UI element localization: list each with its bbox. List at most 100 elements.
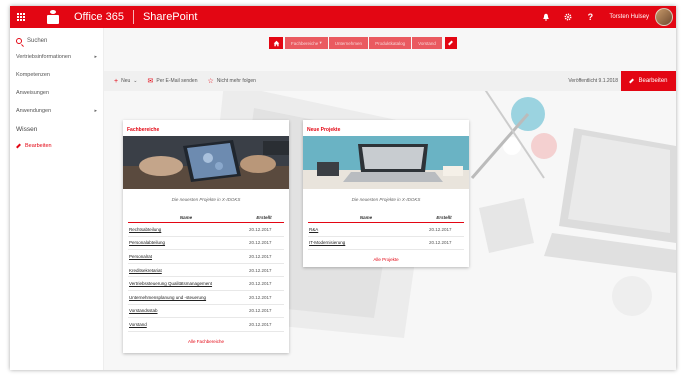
- published-date: Veröffentlicht 9.1.2018: [568, 78, 618, 84]
- nav-item-wissen[interactable]: Wissen: [10, 120, 103, 138]
- app-launcher-button[interactable]: [10, 6, 32, 28]
- edit-page-button[interactable]: Bearbeiten: [621, 71, 676, 91]
- fachbereiche-table: Name Erstellt Rechtsabteilung 20.12.2017 …: [128, 215, 284, 332]
- row-link[interactable]: Vertriebssteuerung Qualitätsmanagement: [128, 281, 244, 286]
- help-button[interactable]: ?: [579, 6, 601, 28]
- card-image: [123, 136, 289, 189]
- row-link[interactable]: Vorstandsstab: [128, 308, 244, 313]
- topnav-item-vorstand[interactable]: Vorstand: [412, 37, 442, 49]
- app-name[interactable]: SharePoint: [143, 11, 197, 23]
- suite-separator: [132, 10, 134, 24]
- pencil-icon: [16, 143, 21, 149]
- row-date: 20.12.2017: [249, 226, 272, 232]
- chevron-right-icon[interactable]: ▸: [94, 108, 97, 114]
- laptop-photo-image: [303, 136, 469, 189]
- gear-icon: [564, 13, 572, 21]
- pencil-icon: [629, 78, 635, 84]
- email-button[interactable]: ✉ Per E-Mail senden: [147, 77, 197, 85]
- bell-icon: [543, 13, 550, 21]
- edit-page-label: Bearbeiten: [638, 78, 668, 84]
- row-date: 20.12.2017: [429, 226, 452, 232]
- topnav-item-fachbereiche[interactable]: Fachbereiche ▾: [285, 37, 328, 49]
- neue-projekte-table: Name Erstellt R&A 20.12.2017 IT-Modernisi…: [308, 215, 464, 251]
- table-row: Unternehmensplanung und -steuerung 20.12.…: [128, 291, 284, 305]
- nav-edit-label: Bearbeiten: [25, 143, 52, 149]
- row-date: 20.12.2017: [249, 321, 272, 327]
- column-header-name[interactable]: Name: [128, 215, 244, 220]
- column-header-name[interactable]: Name: [308, 215, 424, 220]
- mail-icon: ✉: [147, 78, 154, 85]
- row-link[interactable]: Vorstand: [128, 322, 244, 327]
- nav-edit-link[interactable]: Bearbeiten: [10, 138, 103, 154]
- row-link[interactable]: R&A: [308, 227, 424, 232]
- nav-item-label: Vertriebsinformationen: [16, 54, 72, 60]
- nav-item-anwendungen[interactable]: Anwendungen ▸: [10, 102, 103, 120]
- row-date: 20.12.2017: [249, 267, 272, 273]
- nav-item-kompetenzen[interactable]: Kompetenzen: [10, 66, 103, 84]
- email-label: Per E-Mail senden: [156, 78, 198, 84]
- table-row: Rechtsabteilung 20.12.2017: [128, 223, 284, 237]
- top-navigation: Fachbereiche ▾ Unternehmen Produktkatalo…: [269, 37, 457, 49]
- table-row: Vorstand 20.12.2017: [128, 318, 284, 332]
- waffle-icon: [17, 13, 25, 21]
- pencil-icon: [448, 40, 454, 46]
- row-link[interactable]: IT-Modernisierung: [308, 240, 424, 245]
- topnav-item-produktkatalog[interactable]: Produktkatalog: [369, 37, 412, 49]
- card-subtitle: Die neuesten Projekte in X-IDOKS: [171, 197, 241, 202]
- table-row: Personalrat 20.12.2017: [128, 250, 284, 264]
- column-header-created[interactable]: Erstellt: [244, 215, 284, 220]
- card-title: Neue Projekte: [307, 127, 341, 133]
- search-box[interactable]: Suchen: [10, 34, 103, 48]
- nav-item-anweisungen[interactable]: Anweisungen: [10, 84, 103, 102]
- left-navigation: Suchen Vertriebsinformationen ▸ Kompeten…: [10, 28, 104, 370]
- card-image: [303, 136, 469, 189]
- new-button[interactable]: + Neu ⌄: [114, 78, 137, 85]
- neue-projekte-card: Neue Projekte Die neuesten Projekte in X…: [303, 120, 469, 267]
- card-title: Fachbereiche: [127, 127, 160, 133]
- suite-title[interactable]: Office 365: [74, 11, 124, 23]
- table-row: IT-Modernisierung 20.12.2017: [308, 237, 464, 251]
- user-name[interactable]: Torsten Hulsey: [609, 14, 649, 20]
- row-link[interactable]: Personalabteilung: [128, 240, 244, 245]
- notifications-button[interactable]: [535, 6, 557, 28]
- column-header-created[interactable]: Erstellt: [424, 215, 464, 220]
- table-row: Personalabteilung 20.12.2017: [128, 237, 284, 251]
- tablet-photo-image: [123, 136, 289, 189]
- unfollow-label: Nicht mehr folgen: [216, 78, 256, 84]
- chevron-right-icon[interactable]: ▸: [94, 54, 97, 60]
- topnav-label: Fachbereiche: [291, 40, 319, 46]
- row-link[interactable]: Unternehmensplanung und -steuerung: [128, 295, 244, 300]
- main-content: Fachbereiche ▾ Unternehmen Produktkatalo…: [104, 28, 676, 370]
- nav-item-vertriebsinformationen[interactable]: Vertriebsinformationen ▸: [10, 48, 103, 66]
- card-subtitle: Die neuesten Projekte in X-IDOKS: [351, 197, 421, 202]
- row-date: 20.12.2017: [249, 308, 272, 314]
- plus-icon: +: [114, 77, 119, 85]
- all-fachbereiche-link[interactable]: Alle Fachbereiche: [123, 339, 289, 344]
- row-date: 20.12.2017: [429, 240, 452, 246]
- avatar[interactable]: [655, 8, 673, 26]
- unfollow-button[interactable]: ☆ Nicht mehr folgen: [208, 77, 256, 85]
- table-header: Name Erstellt: [128, 215, 284, 223]
- search-label: Suchen: [27, 38, 48, 44]
- suite-bar: Office 365 SharePoint ? Torsten Hulsey: [10, 6, 676, 28]
- topnav-item-unternehmen[interactable]: Unternehmen: [328, 37, 369, 49]
- table-header: Name Erstellt: [308, 215, 464, 223]
- search-icon: [16, 38, 22, 44]
- table-row: R&A 20.12.2017: [308, 223, 464, 237]
- chevron-down-icon: ▾: [318, 40, 322, 45]
- nav-item-label: Kompetenzen: [16, 72, 50, 78]
- topnav-edit-button[interactable]: [444, 37, 457, 49]
- table-row: Vertriebssteuerung Qualitätsmanagement 20…: [128, 277, 284, 291]
- row-link[interactable]: Personalrat: [128, 254, 244, 259]
- row-link[interactable]: Kreditsekretariat: [128, 268, 244, 273]
- nav-item-label: Anwendungen: [16, 108, 52, 114]
- table-row: Kreditsekretariat 20.12.2017: [128, 264, 284, 278]
- settings-button[interactable]: [557, 6, 579, 28]
- row-link[interactable]: Rechtsabteilung: [128, 227, 244, 232]
- row-date: 20.12.2017: [249, 281, 272, 287]
- home-button[interactable]: [269, 37, 283, 49]
- nav-item-label: Wissen: [16, 125, 38, 133]
- nav-item-label: Anweisungen: [16, 90, 50, 96]
- new-label: Neu: [121, 78, 131, 84]
- all-projekte-link[interactable]: Alle Projekte: [303, 257, 469, 262]
